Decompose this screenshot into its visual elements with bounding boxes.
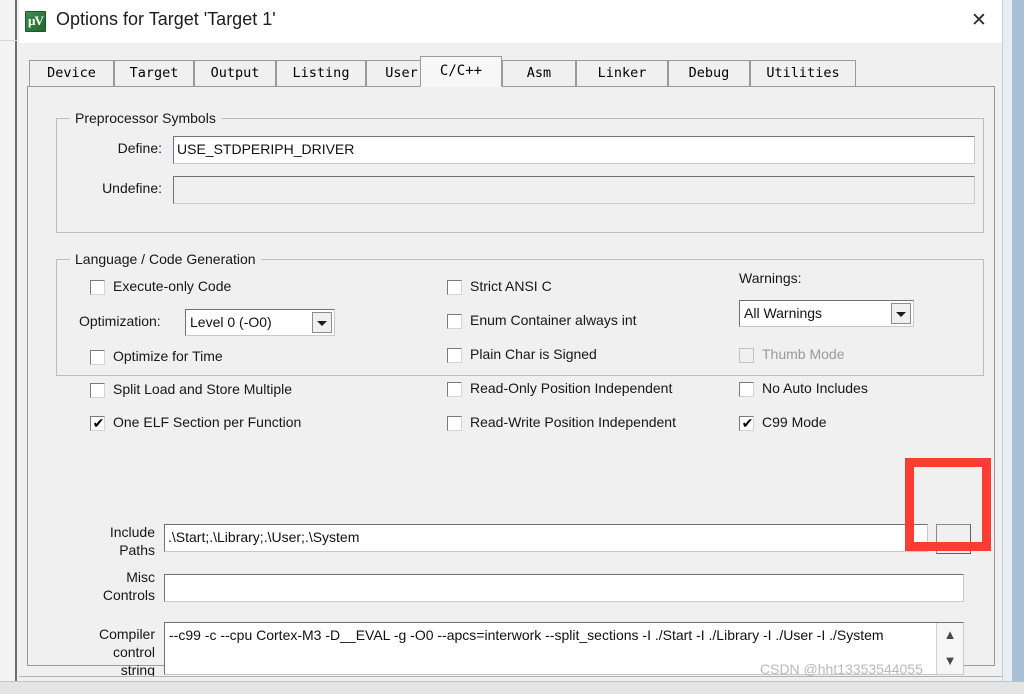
warnings-select[interactable]: All Warnings xyxy=(739,300,914,327)
check-icon: ✔ xyxy=(92,415,105,431)
dialog-client-area: Device Target Output Listing User C/C++ … xyxy=(19,43,1002,678)
warnings-value: All Warnings xyxy=(744,305,823,321)
tab-asm[interactable]: Asm xyxy=(502,60,576,86)
checkbox-label: C99 Mode xyxy=(762,414,827,430)
options-dialog: µV Options for Target 'Target 1' ✕ Devic… xyxy=(19,0,1002,678)
optimization-value: Level 0 (-O0) xyxy=(190,314,272,330)
checkbox-box xyxy=(447,314,462,329)
checkbox-box xyxy=(447,416,462,431)
compiler-label-line1: Compiler xyxy=(98,626,155,642)
checkbox-label: Read-Only Position Independent xyxy=(470,380,673,396)
background-right-panel xyxy=(1002,0,1012,694)
compiler-control-string-label: Compiler control string xyxy=(46,625,155,679)
optimization-select[interactable]: Level 0 (-O0) xyxy=(185,309,335,336)
checkbox-box xyxy=(90,350,105,365)
checkbox-label: Execute-only Code xyxy=(113,278,232,294)
misc-controls-input[interactable] xyxy=(164,574,964,602)
c-cpp-settings-panel: Preprocessor Symbols Define: USE_STDPERI… xyxy=(27,86,995,678)
checkbox-box xyxy=(90,280,105,295)
dialog-titlebar[interactable]: µV Options for Target 'Target 1' ✕ xyxy=(19,0,1002,43)
compiler-label-line2: control xyxy=(112,644,155,660)
preprocessor-symbols-legend: Preprocessor Symbols xyxy=(70,110,221,126)
checkbox-box xyxy=(447,348,462,363)
misc-controls-label-line1: Misc xyxy=(126,569,155,585)
tab-debug[interactable]: Debug xyxy=(668,60,750,86)
tab-utilities[interactable]: Utilities xyxy=(750,60,856,86)
checkbox-box xyxy=(447,382,462,397)
check-icon: ✔ xyxy=(741,415,754,431)
background-divider xyxy=(0,40,17,41)
define-label: Define: xyxy=(117,140,162,156)
background-right-edge xyxy=(1012,0,1024,694)
define-input[interactable]: USE_STDPERIPH_DRIVER xyxy=(173,136,975,164)
csdn-watermark: CSDN @hht13353544055 xyxy=(760,661,923,677)
undefine-input[interactable] xyxy=(173,176,975,204)
keil-uvision-icon: µV xyxy=(25,11,46,32)
tab-output[interactable]: Output xyxy=(194,60,276,86)
checkbox-label: Read-Write Position Independent xyxy=(470,414,676,430)
checkbox-label: Thumb Mode xyxy=(762,346,845,362)
checkbox-box xyxy=(447,280,462,295)
checkbox-label: One ELF Section per Function xyxy=(113,414,302,430)
include-paths-input[interactable]: .\Start;.\Library;.\User;.\System xyxy=(164,524,928,552)
checkbox-label: Plain Char is Signed xyxy=(470,346,597,362)
tab-target[interactable]: Target xyxy=(114,60,194,86)
checkbox-label: Enum Container always int xyxy=(470,312,637,328)
checkbox-label: Split Load and Store Multiple xyxy=(113,381,292,397)
keil-uvision-icon-glyph: µV xyxy=(28,13,44,28)
compiler-control-string-scrollbar[interactable]: ▲ ▼ xyxy=(936,623,963,674)
close-icon: ✕ xyxy=(971,10,987,31)
chevron-down-icon[interactable] xyxy=(891,303,911,324)
checkbox-label: Optimize for Time xyxy=(113,348,223,364)
language-code-generation-group: Language / Code Generation Execute-only … xyxy=(56,251,984,431)
misc-controls-label: Misc Controls xyxy=(46,568,155,604)
checkbox-box: ✔ xyxy=(90,415,105,431)
language-code-generation-legend: Language / Code Generation xyxy=(70,251,261,267)
scroll-up-icon[interactable]: ▲ xyxy=(937,627,963,643)
preprocessor-symbols-group: Preprocessor Symbols Define: USE_STDPERI… xyxy=(56,110,984,233)
ellipsis-icon: ... xyxy=(946,532,961,548)
checkbox-label: Strict ANSI C xyxy=(470,278,552,294)
tab-strip: Device Target Output Listing User C/C++ … xyxy=(19,56,1002,87)
tab-linker[interactable]: Linker xyxy=(576,60,668,86)
optimization-label: Optimization: xyxy=(79,313,161,329)
background-left-panel xyxy=(0,0,17,694)
tab-listing[interactable]: Listing xyxy=(276,60,366,86)
warnings-label: Warnings: xyxy=(739,270,802,286)
checkbox-box: ✔ xyxy=(739,415,754,431)
tab-device[interactable]: Device xyxy=(29,60,114,86)
checkbox-box xyxy=(739,382,754,397)
chevron-down-icon[interactable] xyxy=(312,312,332,333)
include-paths-label: Include Paths xyxy=(63,523,155,559)
misc-controls-label-line2: Controls xyxy=(102,587,155,603)
scroll-down-icon[interactable]: ▼ xyxy=(937,653,963,669)
checkbox-label: No Auto Includes xyxy=(762,380,868,396)
close-button[interactable]: ✕ xyxy=(956,0,1002,42)
checkbox-box xyxy=(739,348,754,363)
dialog-title: Options for Target 'Target 1' xyxy=(56,9,276,29)
tab-c-cpp[interactable]: C/C++ xyxy=(420,56,502,87)
undefine-label: Undefine: xyxy=(102,180,162,196)
include-paths-browse-button[interactable]: ... xyxy=(936,524,971,554)
checkbox-box xyxy=(90,383,105,398)
page-bottom-strip xyxy=(0,681,1024,694)
include-paths-label-line1: Include xyxy=(109,524,155,540)
include-paths-label-line2: Paths xyxy=(119,542,155,558)
